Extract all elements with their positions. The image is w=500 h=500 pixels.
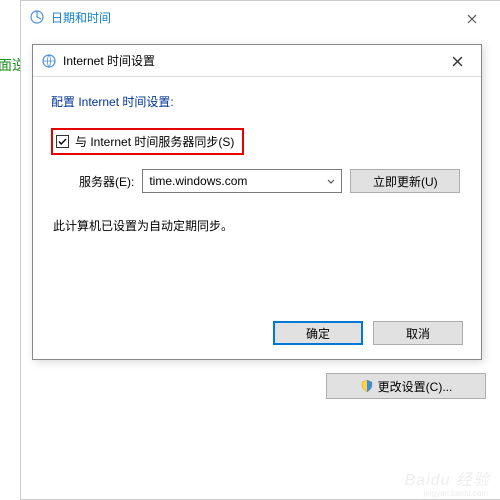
sync-status-text: 此计算机已设置为自动定期同步。 — [53, 217, 463, 234]
sync-checkbox[interactable] — [56, 135, 69, 148]
ok-button[interactable]: 确定 — [273, 321, 363, 345]
child-window-title: Internet 时间设置 — [63, 52, 155, 69]
change-settings-label: 更改设置(C)... — [378, 378, 453, 395]
update-now-button[interactable]: 立即更新(U) — [350, 169, 460, 193]
server-label: 服务器(E): — [79, 173, 134, 190]
child-close-button[interactable] — [437, 49, 477, 73]
cancel-button[interactable]: 取消 — [373, 321, 463, 345]
checkmark-icon — [57, 136, 68, 147]
server-dropdown[interactable]: time.windows.com — [142, 169, 342, 193]
server-selected-value: time.windows.com — [149, 174, 247, 188]
ok-label: 确定 — [306, 325, 330, 342]
child-body: 配置 Internet 时间设置: 与 Internet 时间服务器同步(S) … — [33, 77, 481, 250]
server-row: 服务器(E): time.windows.com 立即更新(U) — [79, 169, 463, 193]
change-settings-button[interactable]: 更改设置(C)... — [326, 373, 486, 399]
shield-icon — [360, 379, 374, 393]
parent-window-title: 日期和时间 — [51, 9, 111, 26]
sync-checkbox-row[interactable]: 与 Internet 时间服务器同步(S) — [51, 128, 244, 155]
close-icon — [452, 56, 463, 67]
parent-close-button[interactable] — [452, 9, 492, 29]
parent-titlebar: 日期和时间 — [21, 1, 500, 33]
close-icon — [467, 14, 477, 24]
child-titlebar: Internet 时间设置 — [33, 45, 481, 77]
cancel-label: 取消 — [406, 325, 430, 342]
watermark-text: Baidu 经验 — [405, 466, 490, 490]
config-heading: 配置 Internet 时间设置: — [51, 93, 463, 110]
internet-time-settings-dialog: Internet 时间设置 配置 Internet 时间设置: 与 Intern… — [32, 44, 482, 360]
clock-globe-icon — [29, 9, 45, 25]
dialog-button-row: 确定 取消 — [273, 321, 463, 345]
watermark-sub-text: jingyan.baidu.com — [424, 489, 488, 498]
chevron-down-icon — [327, 176, 335, 187]
sync-checkbox-label: 与 Internet 时间服务器同步(S) — [75, 133, 234, 150]
update-now-label: 立即更新(U) — [373, 173, 438, 190]
clock-globe-icon — [41, 53, 57, 69]
